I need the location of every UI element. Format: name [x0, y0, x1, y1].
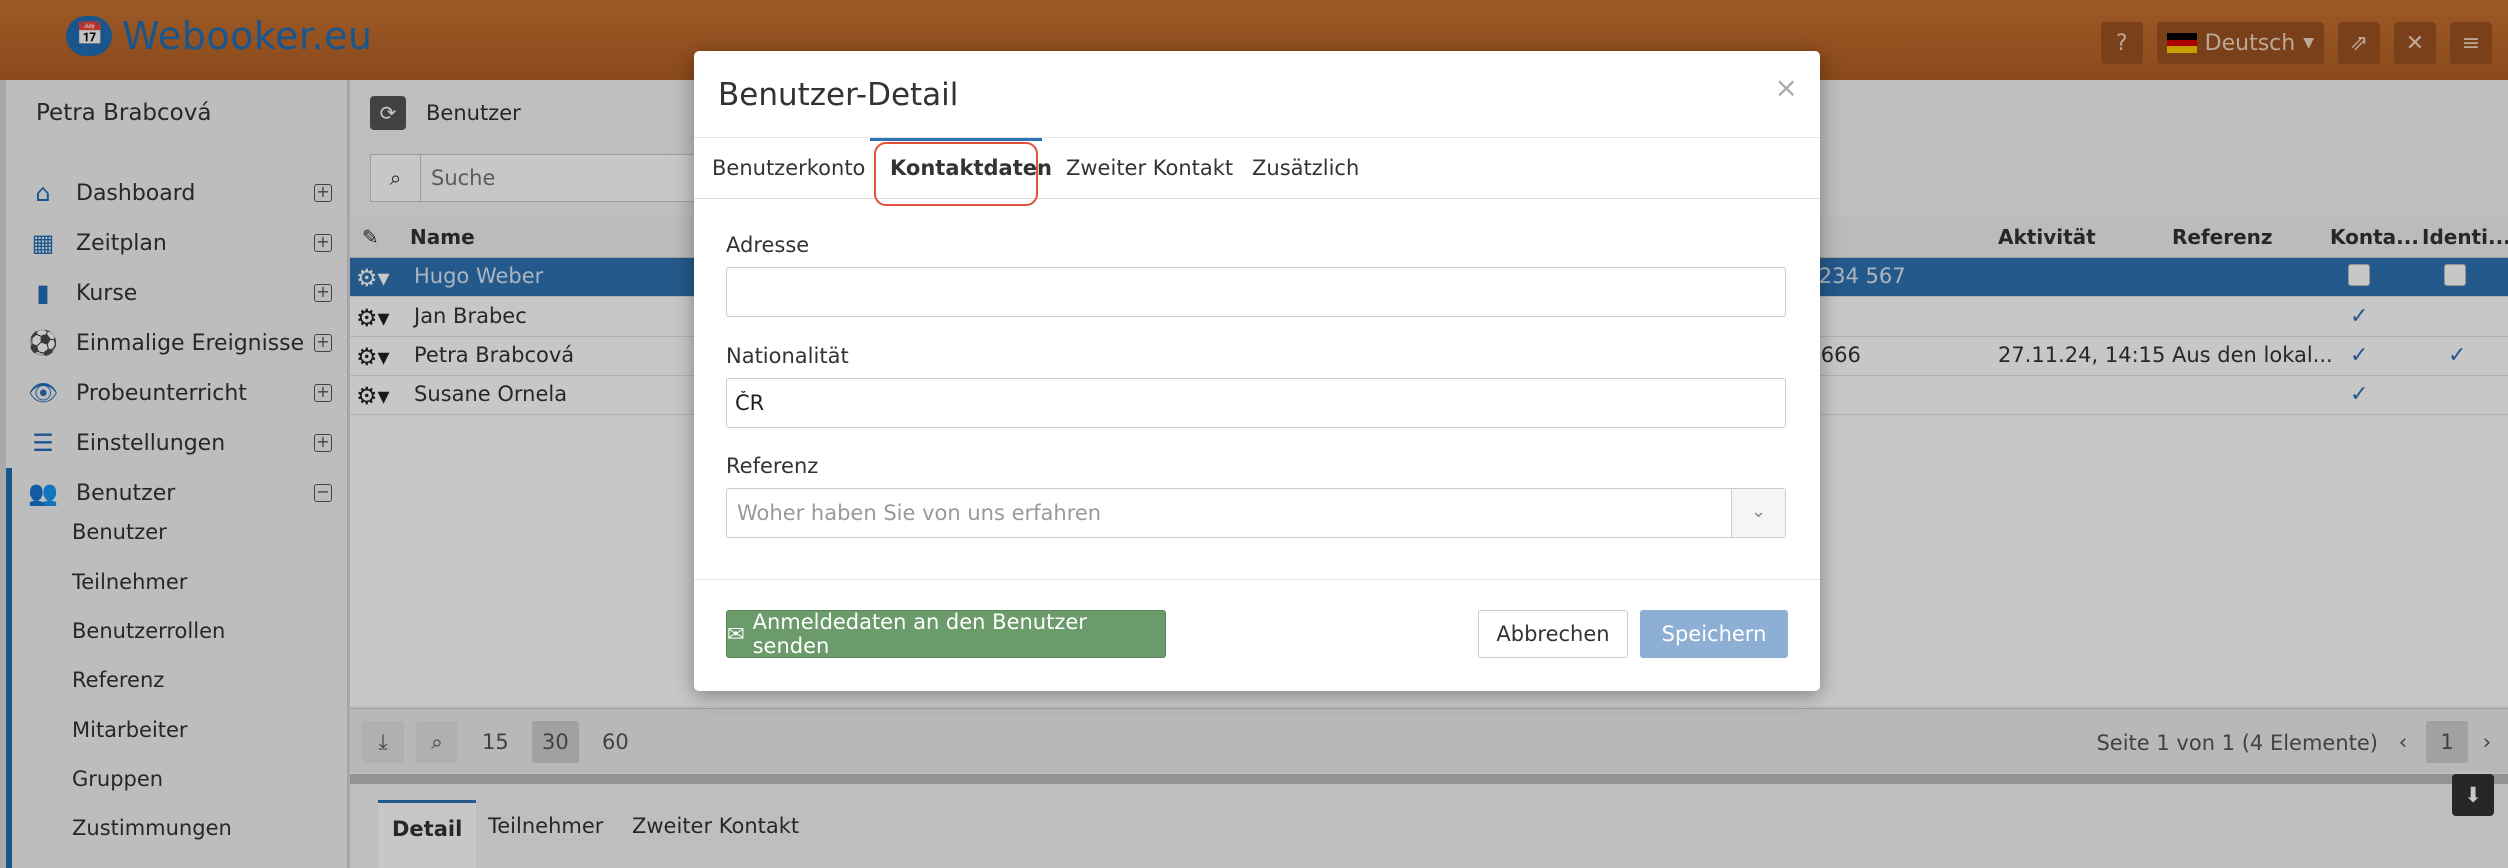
active-tab-indicator — [870, 138, 1042, 141]
tab-highlight-outline — [874, 142, 1038, 206]
cancel-button[interactable]: Abbrechen — [1478, 610, 1628, 658]
save-button[interactable]: Speichern — [1640, 610, 1788, 658]
address-label: Adresse — [726, 233, 810, 257]
reference-placeholder: Woher haben Sie von uns erfahren — [737, 501, 1102, 525]
close-button[interactable]: × — [1775, 71, 1798, 104]
nationality-label: Nationalität — [726, 344, 849, 368]
tab-zusaetzlich[interactable]: Zusätzlich — [1252, 156, 1359, 180]
nationality-input[interactable] — [726, 378, 1786, 428]
tab-zweiter-kontakt[interactable]: Zweiter Kontakt — [1066, 156, 1233, 180]
modal-title: Benutzer-Detail — [718, 77, 959, 113]
send-credentials-label: Anmeldedaten an den Benutzer senden — [752, 610, 1087, 658]
modal-tabs: Benutzerkonto Kontaktdaten Zweiter Konta… — [694, 137, 1820, 206]
user-detail-modal: Benutzer-Detail × Benutzerkonto Kontaktd… — [694, 51, 1820, 691]
address-input[interactable] — [726, 267, 1786, 317]
chevron-down-icon[interactable]: ⌄ — [1731, 489, 1785, 537]
reference-label: Referenz — [726, 454, 819, 478]
tab-benutzerkonto[interactable]: Benutzerkonto — [712, 156, 865, 180]
modal-footer: ✉ Anmeldedaten an den Benutzer senden Ab… — [694, 579, 1820, 691]
reference-select[interactable]: Woher haben Sie von uns erfahren ⌄ — [726, 488, 1786, 538]
envelope-icon: ✉ — [727, 622, 745, 646]
send-credentials-button[interactable]: ✉ Anmeldedaten an den Benutzer senden — [726, 610, 1166, 658]
